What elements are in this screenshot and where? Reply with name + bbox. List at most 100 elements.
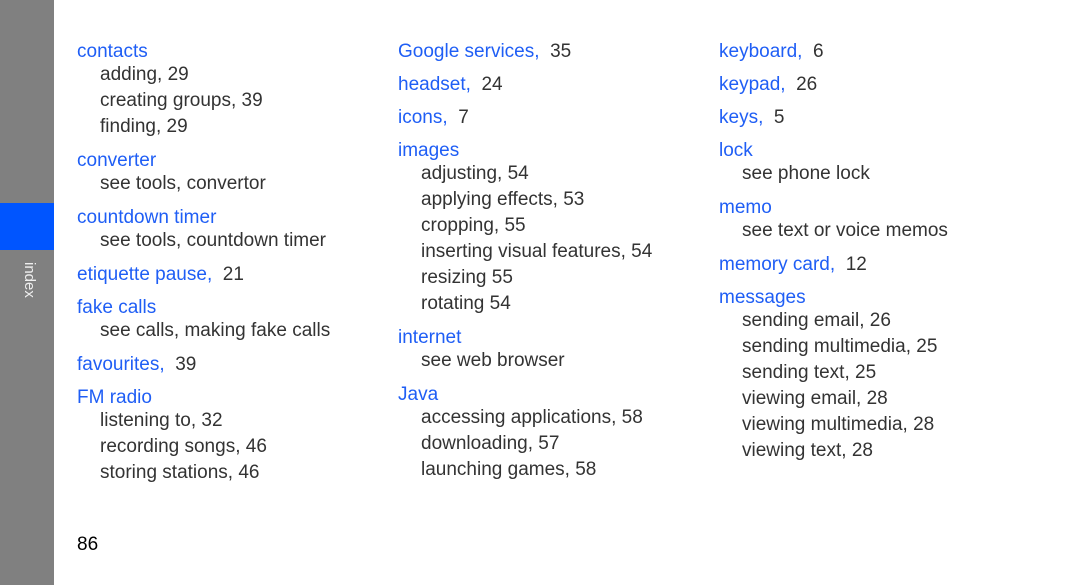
term-label[interactable]: Java — [398, 384, 438, 405]
index-column-2: Google services, 35 headset, 24 icons, 7 im… — [398, 40, 652, 492]
term-label[interactable]: favourites, — [77, 354, 165, 375]
index-entry: etiquette pause, 21 — [77, 263, 330, 287]
index-term[interactable]: converter — [77, 149, 330, 173]
index-subentry: sending text, 25 — [742, 362, 877, 383]
index-subentry: listening to, 32 — [100, 410, 223, 431]
index-subentry: sending multimedia, 25 — [742, 336, 938, 357]
index-entry: keyboard, 6 — [719, 40, 948, 64]
index-entry: converter see tools, convertor — [77, 149, 330, 197]
page-number: 86 — [77, 534, 99, 555]
term-page: 26 — [796, 74, 818, 95]
index-column-1: contacts adding, 29 creating groups, 39 fin… — [77, 40, 330, 495]
term-label[interactable]: keys, — [719, 107, 763, 128]
term-label[interactable]: lock — [719, 140, 753, 161]
index-entry: internet see web browser — [398, 326, 652, 374]
index-subentry: launching games, 58 — [421, 459, 597, 480]
index-subentry: rotating 54 — [421, 293, 511, 314]
index-entry: favourites, 39 — [77, 353, 330, 377]
index-subentry: see tools, countdown timer — [100, 230, 327, 251]
term-page: 12 — [845, 254, 867, 275]
index-entry: memo see text or voice memos — [719, 196, 948, 244]
index-entry: icons, 7 — [398, 106, 652, 130]
index-term[interactable]: keypad, 26 — [719, 73, 948, 97]
index-term[interactable]: memo — [719, 196, 948, 220]
index-entry: lock see phone lock — [719, 139, 948, 187]
index-term[interactable]: keyboard, 6 — [719, 40, 948, 64]
term-label[interactable]: countdown timer — [77, 207, 216, 228]
index-subentry: see phone lock — [742, 163, 870, 184]
term-page: 5 — [773, 107, 785, 128]
index-subentry: inserting visual features, 54 — [421, 241, 653, 262]
term-page: 6 — [813, 41, 824, 62]
index-term[interactable]: fake calls — [77, 296, 330, 320]
term-page: 21 — [222, 264, 244, 285]
index-entry: fake calls see calls, making fake calls — [77, 296, 330, 344]
index-tab-marker[interactable] — [0, 203, 54, 250]
index-entry: keypad, 26 — [719, 73, 948, 97]
index-entry: contacts adding, 29 creating groups, 39 fin… — [77, 40, 330, 140]
index-term[interactable]: countdown timer — [77, 206, 330, 230]
index-subentry: see calls, making fake calls — [100, 320, 331, 341]
index-entry: Google services, 35 — [398, 40, 652, 64]
index-column-3: keyboard, 6 keypad, 26 keys, 5 lock see phon… — [719, 40, 948, 473]
index-subentry: sending email, 26 — [742, 310, 891, 331]
index-subentry: viewing email, 28 — [742, 388, 888, 409]
term-label[interactable]: keyboard, — [719, 41, 802, 62]
index-entry: images adjusting, 54 applying effects, 53 c… — [398, 139, 652, 317]
index-entry: Java accessing applications, 58 downloadin… — [398, 383, 652, 483]
term-label[interactable]: etiquette pause, — [77, 264, 212, 285]
term-page: 39 — [175, 354, 197, 375]
index-subentry: adding, 29 — [100, 64, 189, 85]
index-subentry: creating groups, 39 — [100, 90, 263, 111]
term-label[interactable]: keypad, — [719, 74, 786, 95]
term-page: 7 — [458, 107, 469, 128]
term-label[interactable]: internet — [398, 327, 461, 348]
index-term[interactable]: memory card, 12 — [719, 253, 948, 277]
index-term[interactable]: contacts — [77, 40, 330, 64]
index-subentry: viewing text, 28 — [742, 440, 873, 461]
term-label[interactable]: Google services, — [398, 41, 540, 62]
term-label[interactable]: memo — [719, 197, 772, 218]
index-subentry: resizing 55 — [421, 267, 513, 288]
index-subentry: downloading, 57 — [421, 433, 560, 454]
index-subentry: cropping, 55 — [421, 215, 526, 236]
index-subentry: storing stations, 46 — [100, 462, 260, 483]
term-page: 35 — [550, 41, 572, 62]
index-subentry: see web browser — [421, 350, 565, 371]
index-entry: memory card, 12 — [719, 253, 948, 277]
index-subentry: adjusting, 54 — [421, 163, 529, 184]
index-entry: messages sending email, 26 sending multime… — [719, 286, 948, 464]
index-term[interactable]: images — [398, 139, 652, 163]
index-entry: FM radio listening to, 32 recording songs,… — [77, 386, 330, 486]
index-subentry: finding, 29 — [100, 116, 188, 137]
index-term[interactable]: Google services, 35 — [398, 40, 652, 64]
term-label[interactable]: fake calls — [77, 297, 156, 318]
index-term[interactable]: etiquette pause, 21 — [77, 263, 330, 287]
index-entry: countdown timer see tools, countdown time… — [77, 206, 330, 254]
term-label[interactable]: memory card, — [719, 254, 835, 275]
index-term[interactable]: keys, 5 — [719, 106, 948, 130]
term-label[interactable]: icons, — [398, 107, 448, 128]
term-label[interactable]: FM radio — [77, 387, 152, 408]
term-label[interactable]: images — [398, 140, 459, 161]
term-label[interactable]: converter — [77, 150, 156, 171]
index-term[interactable]: icons, 7 — [398, 106, 652, 130]
index-subentry: see tools, convertor — [100, 173, 266, 194]
sidebar-label: index — [21, 262, 38, 298]
index-term[interactable]: favourites, 39 — [77, 353, 330, 377]
index-term[interactable]: internet — [398, 326, 652, 350]
index-subentry: see text or voice memos — [742, 220, 948, 241]
index-subentry: accessing applications, 58 — [421, 407, 643, 428]
index-term[interactable]: lock — [719, 139, 948, 163]
index-subentry: applying effects, 53 — [421, 189, 585, 210]
index-entry: headset, 24 — [398, 73, 652, 97]
index-term[interactable]: Java — [398, 383, 652, 407]
index-term[interactable]: messages — [719, 286, 948, 310]
index-subentry: viewing multimedia, 28 — [742, 414, 935, 435]
index-term[interactable]: headset, 24 — [398, 73, 652, 97]
term-label[interactable]: messages — [719, 287, 806, 308]
term-label[interactable]: contacts — [77, 41, 148, 62]
term-label[interactable]: headset, — [398, 74, 471, 95]
index-entry: keys, 5 — [719, 106, 948, 130]
index-term[interactable]: FM radio — [77, 386, 330, 410]
